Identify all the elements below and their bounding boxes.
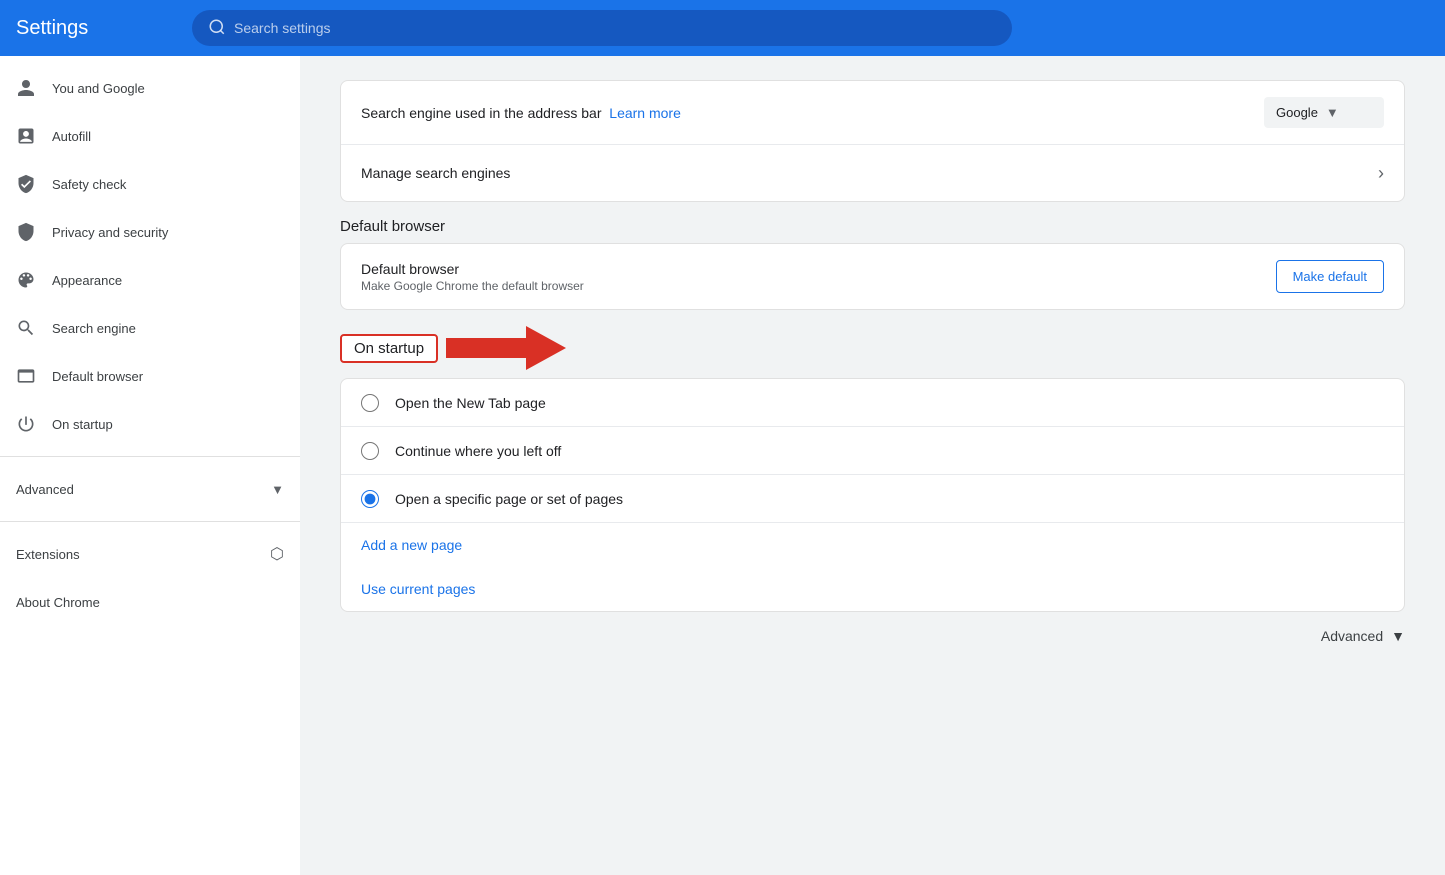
chevron-down-icon: ▼ <box>1326 105 1339 120</box>
sidebar-item-safety-check[interactable]: Safety check <box>0 160 292 208</box>
sidebar-item-you-and-google[interactable]: You and Google <box>0 64 292 112</box>
new-tab-label[interactable]: Open the New Tab page <box>395 395 546 411</box>
sidebar-label-autofill: Autofill <box>52 129 91 144</box>
make-default-button[interactable]: Make default <box>1276 260 1384 293</box>
on-startup-badge: On startup <box>340 334 438 363</box>
red-arrow-annotation <box>438 326 566 370</box>
manage-search-engines-label: Manage search engines <box>361 165 1378 181</box>
settings-title: Settings <box>16 17 176 40</box>
header: Settings <box>0 0 1445 56</box>
sidebar-item-on-startup[interactable]: On startup <box>0 400 292 448</box>
shield-icon <box>16 222 36 242</box>
search-engine-value: Google <box>1276 105 1318 120</box>
use-current-pages-button[interactable]: Use current pages <box>341 567 495 611</box>
extensions-left: Extensions <box>16 547 80 562</box>
manage-search-engines-row[interactable]: Manage search engines › <box>341 145 1404 201</box>
learn-more-link[interactable]: Learn more <box>609 105 681 121</box>
sidebar: You and Google Autofill Safety check Pri… <box>0 56 300 875</box>
startup-option-new-tab: Open the New Tab page <box>341 379 1404 427</box>
chevron-right-icon: › <box>1378 163 1384 184</box>
sidebar-label-on-startup: On startup <box>52 417 113 432</box>
use-current-pages-row: Use current pages <box>341 567 1404 611</box>
default-browser-card-title: Default browser <box>361 261 1276 277</box>
search-engine-row: Search engine used in the address bar Le… <box>341 81 1404 145</box>
autofill-icon <box>16 126 36 146</box>
bottom-advanced[interactable]: Advanced ▼ <box>340 612 1405 660</box>
sidebar-item-extensions[interactable]: Extensions ⬡ <box>0 530 300 578</box>
sidebar-label-default-browser: Default browser <box>52 369 143 384</box>
sidebar-extensions-label: Extensions <box>16 547 80 562</box>
startup-card: Open the New Tab page Continue where you… <box>340 378 1405 612</box>
external-link-icon: ⬡ <box>270 544 284 564</box>
palette-icon <box>16 270 36 290</box>
sidebar-item-privacy-security[interactable]: Privacy and security <box>0 208 292 256</box>
search-engine-dropdown[interactable]: Google ▼ <box>1264 97 1384 128</box>
new-tab-radio[interactable] <box>361 394 379 412</box>
bottom-chevron-down-icon: ▼ <box>1391 628 1405 644</box>
sidebar-about-label: About Chrome <box>16 595 100 610</box>
specific-page-label[interactable]: Open a specific page or set of pages <box>395 491 623 507</box>
sidebar-item-search-engine[interactable]: Search engine <box>0 304 292 352</box>
specific-page-radio[interactable] <box>361 490 379 508</box>
layout: You and Google Autofill Safety check Pri… <box>0 56 1445 875</box>
continue-label[interactable]: Continue where you left off <box>395 443 561 459</box>
power-icon <box>16 414 36 434</box>
sidebar-label-safety-check: Safety check <box>52 177 126 192</box>
sidebar-advanced-label: Advanced <box>16 482 74 497</box>
add-new-page-row: Add a new page <box>341 523 1404 567</box>
sidebar-label-privacy-security: Privacy and security <box>52 225 168 240</box>
sidebar-item-autofill[interactable]: Autofill <box>0 112 292 160</box>
default-browser-card: Default browser Make Google Chrome the d… <box>340 243 1405 310</box>
sidebar-label-appearance: Appearance <box>52 273 122 288</box>
search-engine-label: Search engine used in the address bar Le… <box>361 105 1264 121</box>
startup-option-continue: Continue where you left off <box>341 427 1404 475</box>
sidebar-item-appearance[interactable]: Appearance <box>0 256 292 304</box>
default-browser-info: Default browser Make Google Chrome the d… <box>361 261 1276 293</box>
default-browser-card-sub: Make Google Chrome the default browser <box>361 279 1276 293</box>
search-icon <box>208 18 226 39</box>
sidebar-label-you-and-google: You and Google <box>52 81 145 96</box>
sidebar-item-default-browser[interactable]: Default browser <box>0 352 292 400</box>
sidebar-item-about-chrome[interactable]: About Chrome <box>0 578 300 626</box>
chevron-down-icon: ▼ <box>271 482 284 497</box>
startup-option-specific-page: Open a specific page or set of pages <box>341 475 1404 523</box>
default-browser-section-title: Default browser <box>340 218 1405 235</box>
search-bar[interactable] <box>192 10 1012 46</box>
shield-check-icon <box>16 174 36 194</box>
sidebar-divider-2 <box>0 521 300 522</box>
continue-radio[interactable] <box>361 442 379 460</box>
on-startup-header: On startup <box>340 326 1405 370</box>
main-content: Search engine used in the address bar Le… <box>300 56 1445 875</box>
sidebar-label-search-engine: Search engine <box>52 321 136 336</box>
add-new-page-button[interactable]: Add a new page <box>341 523 482 567</box>
search-sidebar-icon <box>16 318 36 338</box>
default-browser-row: Default browser Make Google Chrome the d… <box>341 244 1404 309</box>
search-input[interactable] <box>234 20 996 36</box>
browser-icon <box>16 366 36 386</box>
sidebar-divider <box>0 456 300 457</box>
search-engine-card: Search engine used in the address bar Le… <box>340 80 1405 202</box>
sidebar-advanced[interactable]: Advanced ▼ <box>0 465 300 513</box>
bottom-advanced-label: Advanced <box>1321 628 1383 644</box>
person-icon <box>16 78 36 98</box>
